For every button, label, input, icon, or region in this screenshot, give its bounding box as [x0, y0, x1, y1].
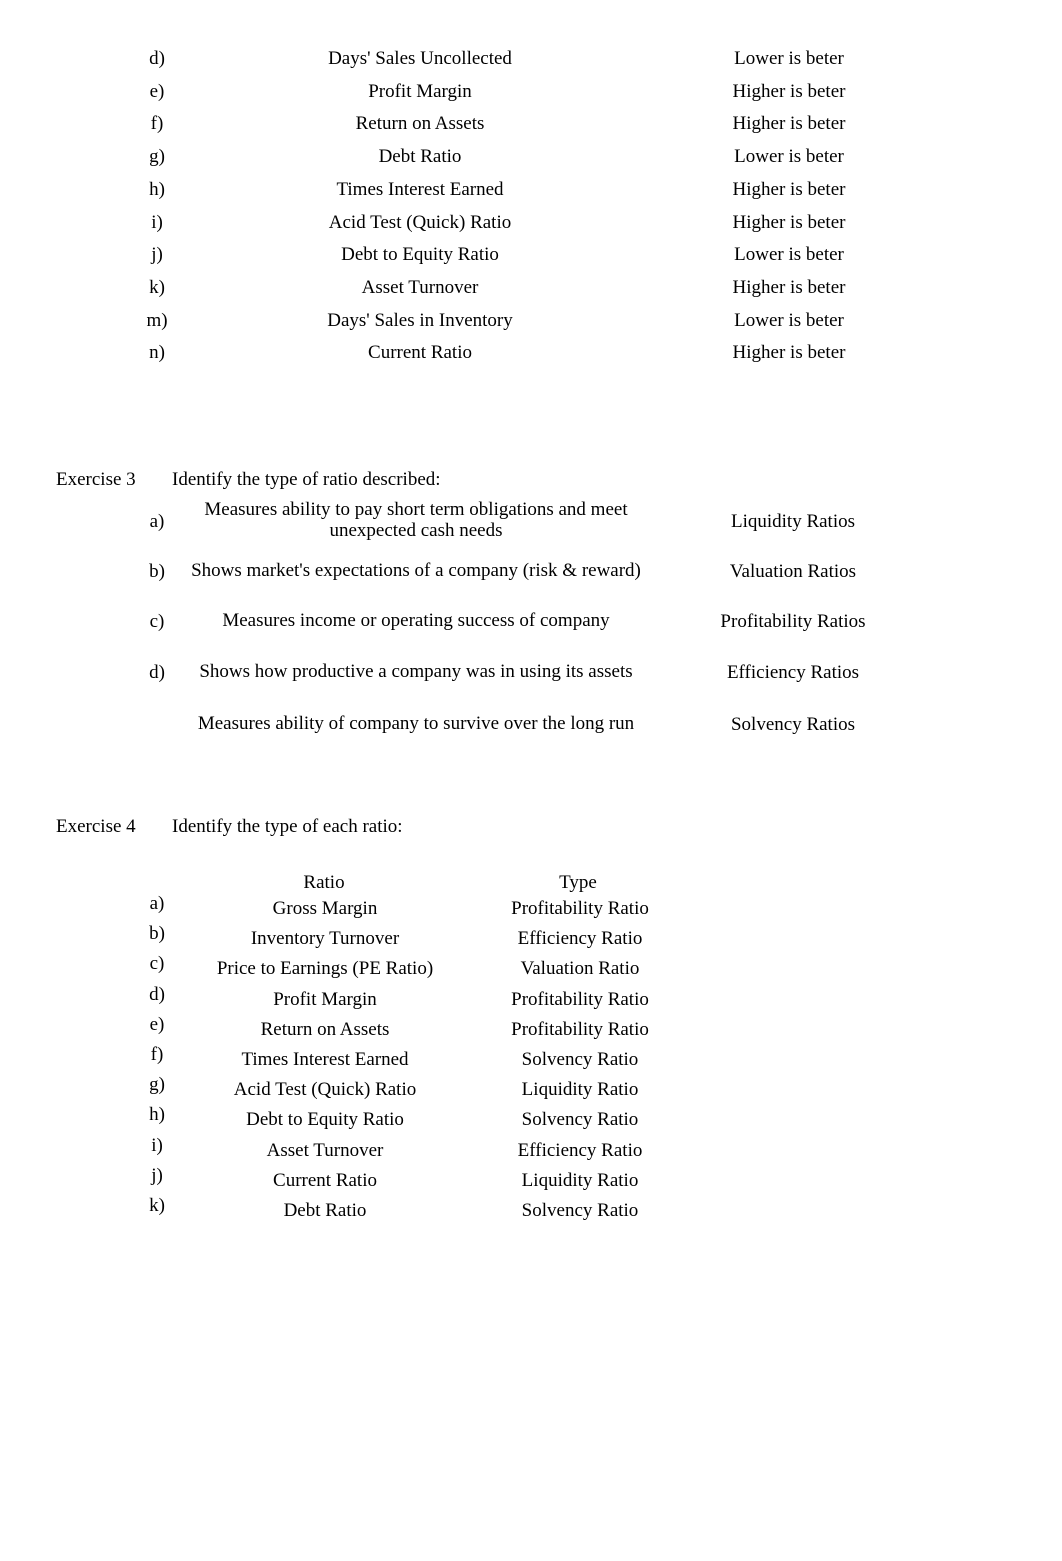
- ratio-description: Measures ability to pay short term oblig…: [204, 499, 628, 541]
- row-label-k: k): [149, 1195, 165, 1216]
- ratio-description: Measures income or operating success of …: [222, 610, 610, 631]
- ratio-name: Acid Test (Quick) Ratio: [233, 1079, 417, 1100]
- row-label-i: i): [151, 212, 163, 233]
- ratio-name: Debt Ratio: [378, 146, 462, 167]
- ratio-name: Price to Earnings (PE Ratio): [216, 958, 434, 979]
- ratio-name: Profit Margin: [368, 81, 472, 102]
- exercise4-instruction: Identify the type of each ratio:: [172, 816, 403, 837]
- ratio-direction-verdict: Higher is beter: [732, 81, 846, 102]
- row-label-f: f): [150, 113, 164, 134]
- row-label-b: b): [149, 561, 165, 582]
- ratio-direction-verdict: Lower is beter: [734, 48, 844, 69]
- ratio-name: Days' Sales in Inventory: [327, 310, 513, 331]
- ratio-type: Liquidity Ratio: [521, 1079, 639, 1100]
- row-label-e: e): [149, 1014, 165, 1035]
- ratio-type: Efficiency Ratios: [726, 662, 860, 683]
- row-label-n: n): [149, 342, 165, 363]
- ratio-type: Solvency Ratios: [730, 714, 856, 735]
- ratio-name: Inventory Turnover: [250, 928, 400, 949]
- exercise4-column-header-type: Type: [559, 872, 597, 893]
- ratio-type: Solvency Ratio: [521, 1109, 639, 1130]
- ratio-name: Return on Assets: [260, 1019, 390, 1040]
- ratio-type: Profitability Ratio: [511, 898, 649, 919]
- row-label-e: e): [149, 81, 165, 102]
- ratio-name: Asset Turnover: [266, 1140, 384, 1161]
- ratio-description: Measures ability of company to survive o…: [197, 713, 635, 734]
- ratio-type: Efficiency Ratio: [517, 1140, 643, 1161]
- ratio-type: Valuation Ratios: [729, 561, 857, 582]
- ratio-direction-verdict: Lower is beter: [734, 310, 844, 331]
- ratio-name: Return on Assets: [355, 113, 485, 134]
- row-label-j: j): [151, 244, 163, 265]
- ratio-name: Debt to Equity Ratio: [246, 1109, 404, 1130]
- row-label-h: h): [149, 1104, 165, 1125]
- ratio-name: Asset Turnover: [361, 277, 479, 298]
- ratio-name: Times Interest Earned: [241, 1049, 409, 1070]
- row-label-d: d): [149, 662, 165, 683]
- ratio-type: Solvency Ratio: [521, 1049, 639, 1070]
- ratio-name: Debt to Equity Ratio: [341, 244, 499, 265]
- row-label-i: i): [151, 1135, 163, 1156]
- ratio-name: Current Ratio: [368, 342, 472, 363]
- exercise4-number: Exercise 4: [56, 816, 136, 837]
- ratio-direction-verdict: Higher is beter: [732, 179, 846, 200]
- ratio-type: Liquidity Ratios: [730, 511, 856, 532]
- exercise3-instruction: Identify the type of ratio described:: [172, 469, 441, 490]
- ratio-description: Shows how productive a company was in us…: [199, 661, 633, 682]
- row-label-f: f): [150, 1044, 164, 1065]
- row-label-m: m): [146, 310, 168, 331]
- ratio-name: Debt Ratio: [283, 1200, 367, 1221]
- row-label-c: c): [149, 611, 165, 632]
- ratio-type: Solvency Ratio: [521, 1200, 639, 1221]
- row-label-g: g): [149, 146, 165, 167]
- row-label-a: a): [149, 893, 165, 914]
- ratio-type: Liquidity Ratio: [521, 1170, 639, 1191]
- document-page: d) Days' Sales Uncollected Lower is beter e…: [0, 0, 1062, 1561]
- ratio-type: Profitability Ratio: [511, 1019, 649, 1040]
- ratio-type: Profitability Ratios: [720, 611, 866, 632]
- ratio-direction-verdict: Higher is beter: [732, 277, 846, 298]
- row-label-d: d): [149, 48, 165, 69]
- ratio-name: Profit Margin: [273, 989, 377, 1010]
- row-label-g: g): [149, 1074, 165, 1095]
- ratio-name: Acid Test (Quick) Ratio: [328, 212, 512, 233]
- ratio-type: Efficiency Ratio: [517, 928, 643, 949]
- row-label-b: b): [149, 923, 165, 944]
- ratio-name: Days' Sales Uncollected: [328, 48, 512, 69]
- ratio-type: Profitability Ratio: [511, 989, 649, 1010]
- row-label-j: j): [151, 1165, 163, 1186]
- ratio-name: Gross Margin: [272, 898, 378, 919]
- row-label-h: h): [149, 179, 165, 200]
- ratio-direction-verdict: Higher is beter: [732, 342, 846, 363]
- ratio-type: Valuation Ratio: [520, 958, 640, 979]
- ratio-name: Times Interest Earned: [336, 179, 504, 200]
- exercise3-number: Exercise 3: [56, 469, 136, 490]
- ratio-name: Current Ratio: [273, 1170, 377, 1191]
- ratio-direction-verdict: Higher is beter: [732, 212, 846, 233]
- ratio-direction-verdict: Lower is beter: [734, 244, 844, 265]
- ratio-direction-verdict: Higher is beter: [732, 113, 846, 134]
- row-label-k: k): [149, 277, 165, 298]
- ratio-direction-verdict: Lower is beter: [734, 146, 844, 167]
- row-label-c: c): [149, 953, 165, 974]
- exercise4-column-header-ratio: Ratio: [303, 872, 345, 893]
- row-label-a: a): [149, 511, 165, 532]
- row-label-d: d): [149, 984, 165, 1005]
- ratio-description: Shows market's expectations of a company…: [191, 560, 641, 581]
